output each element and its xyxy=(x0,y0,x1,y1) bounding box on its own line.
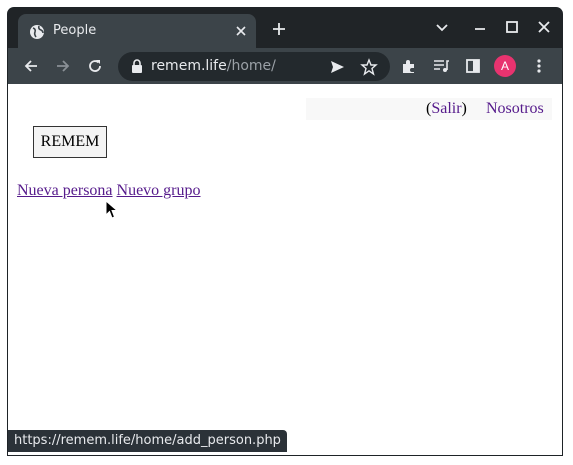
page-viewport: (Salir) Nosotros REMEM Nueva persona Nue… xyxy=(8,84,562,455)
browser-toolbar: remem.life/home/ A xyxy=(8,48,562,84)
send-icon[interactable] xyxy=(328,58,346,76)
url-host: remem.life xyxy=(151,58,227,74)
logout-wrapper: (Salir) xyxy=(426,100,467,118)
new-group-link[interactable]: Nuevo grupo xyxy=(117,182,201,199)
plus-icon[interactable] xyxy=(270,20,288,38)
url-path: /home/ xyxy=(226,58,276,74)
action-links: Nueva persona Nuevo grupo xyxy=(17,182,201,200)
tab-people[interactable]: People xyxy=(18,14,256,48)
maximize-icon[interactable] xyxy=(503,18,521,36)
lock-icon[interactable] xyxy=(131,59,143,73)
tab-title: People xyxy=(53,23,97,38)
media-icon[interactable] xyxy=(432,57,450,75)
about-link[interactable]: Nosotros xyxy=(486,100,544,118)
globe-icon xyxy=(30,25,44,39)
brand-button[interactable]: REMEM xyxy=(33,126,107,158)
menu-kebab-icon[interactable] xyxy=(530,57,548,75)
url-text: remem.life/home/ xyxy=(151,58,276,74)
minimize-icon[interactable] xyxy=(471,18,489,36)
close-paren: ) xyxy=(461,100,467,117)
chevron-down-icon[interactable] xyxy=(433,18,451,36)
extensions-icon[interactable] xyxy=(400,57,418,75)
avatar[interactable]: A xyxy=(494,55,516,77)
forward-arrow-icon[interactable] xyxy=(54,57,72,75)
status-bar-url: https://remem.life/home/add_person.php xyxy=(8,430,287,452)
browser-window: People remem.life/home/ A (Salir) Nosotr… xyxy=(8,8,562,455)
close-icon[interactable] xyxy=(232,22,250,40)
star-icon[interactable] xyxy=(360,58,378,76)
back-arrow-icon[interactable] xyxy=(22,57,40,75)
logout-link[interactable]: Salir xyxy=(431,100,461,117)
tab-strip: People xyxy=(8,8,562,48)
address-bar[interactable]: remem.life/home/ xyxy=(118,52,390,81)
new-person-link[interactable]: Nueva persona xyxy=(17,182,113,199)
cursor-icon xyxy=(105,200,119,219)
sidepanel-icon[interactable] xyxy=(464,57,482,75)
reload-icon[interactable] xyxy=(86,57,104,75)
top-nav: (Salir) Nosotros xyxy=(306,98,552,120)
window-close-icon[interactable] xyxy=(535,18,553,36)
